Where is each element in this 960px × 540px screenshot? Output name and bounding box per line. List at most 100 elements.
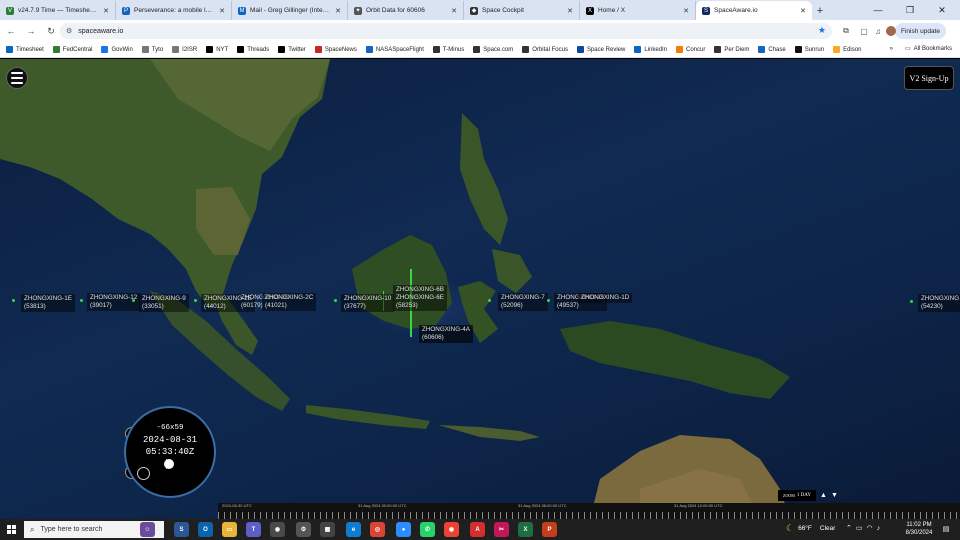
acrobat-icon[interactable]: A [470,522,485,537]
bookmark-item[interactable]: Space.com [473,46,513,53]
satellite-marker[interactable] [334,299,337,302]
settings-icon[interactable]: ⚙ [296,522,311,537]
more-bookmarks-chevron-icon[interactable]: » [890,46,893,52]
reload-icon[interactable]: ↻ [42,22,60,40]
tab-orbit-data[interactable]: ✦ Orbit Data for 60606 ✕ [348,1,464,20]
chevron-up-icon[interactable]: ⌃ [846,525,856,532]
satellite-label[interactable]: ZHONGXING-9 (33051) [139,294,189,312]
close-icon[interactable]: ✕ [103,7,109,15]
bookmark-item[interactable]: T-Minus [432,46,464,53]
maximize-icon[interactable]: ❐ [894,0,926,20]
satellite-marker[interactable] [547,299,550,302]
close-icon[interactable]: ✕ [219,7,225,15]
satellite-label[interactable]: ZHONGXING-7 (52096) [498,293,548,311]
close-icon[interactable]: ✕ [567,7,573,15]
zoom-icon[interactable]: ● [396,522,411,537]
bookmark-item[interactable]: Sunrun [794,46,824,53]
satellite-label[interactable]: ZHONGXING (54230) [918,294,960,312]
wifi-icon[interactable]: ◠ [867,525,877,532]
close-window-icon[interactable]: ✕ [926,0,958,20]
chrome-profile-icon[interactable]: ◉ [444,522,459,537]
powerpoint-icon[interactable]: P [542,522,557,537]
copilot-character-icon[interactable]: ☺ [140,522,155,537]
bookmark-item[interactable]: LinkedIn [634,46,667,53]
bookmark-item[interactable]: Orbital Focus [522,46,568,53]
bookmark-item[interactable]: Concur [676,46,705,53]
calculator-icon[interactable]: ▦ [320,522,335,537]
bookmark-item[interactable]: Space Review [576,46,625,53]
satellite-label[interactable]: ZHONGXING-12 (39017) [87,293,141,311]
finish-update-button[interactable]: Finish update [894,23,946,39]
chrome-alt-icon[interactable]: ◎ [370,522,385,537]
network-icon[interactable]: ▭ [856,525,867,532]
tab-x-home[interactable]: X Home / X ✕ [580,1,696,20]
satellite-label[interactable]: ZHONGXING-10 (37677) [341,294,395,312]
bookmark-item[interactable]: GovWin [101,46,133,53]
satellite-marker[interactable] [194,299,197,302]
snipping-tool-icon[interactable]: ✂ [494,522,509,537]
satellite-label[interactable]: ZHONGXING-2C (41021) [262,293,317,311]
bookmark-item[interactable]: NASASpaceFlight [365,46,424,53]
selected-satellite-label[interactable]: ZHONGXING-4A (60606) [419,325,473,343]
close-icon[interactable]: ✕ [683,7,689,15]
bookmark-item[interactable]: Twitter [278,46,306,53]
spaceaware-app-icon[interactable]: S [174,522,189,537]
tab-mail[interactable]: M Mail - Greg Gillinger (Integrity... ✕ [232,1,348,20]
bookmark-item[interactable]: SpaceNews [314,46,357,53]
time-speed-knob[interactable] [164,459,174,469]
edge-icon[interactable]: e [346,522,361,537]
profile-avatar[interactable] [886,26,896,36]
bookmark-item[interactable]: Chase [758,46,786,53]
satellite-label[interactable]: ZHONGXING-1D [578,293,633,303]
notifications-icon[interactable]: ▤ [940,523,952,535]
weather-widget[interactable]: ☾ 66°F Clear [786,523,835,534]
satellite-marker[interactable] [488,299,491,302]
zoom-out-arrow-icon[interactable]: ▼ [831,492,838,499]
satellite-label[interactable]: ZHONGXING-6B ZHONGXING-6E (58253) [393,285,447,311]
whatsapp-icon[interactable]: ✆ [420,522,435,537]
satellite-marker[interactable] [80,299,83,302]
forward-arrow-icon[interactable]: → [22,22,40,40]
bookmark-item[interactable]: Edison [833,46,861,53]
bookmark-item[interactable]: NYT [206,46,228,53]
site-info-icon[interactable]: ⚙ [66,27,72,35]
main-menu-button[interactable] [6,67,28,89]
start-button[interactable] [0,519,22,540]
bookmark-item[interactable]: Per Diem [714,46,749,53]
bookmark-item[interactable]: Tyto [141,46,163,53]
bookmark-item[interactable]: Timesheet [6,46,44,53]
bookmark-item[interactable]: FedCentral [52,46,92,53]
back-arrow-icon[interactable]: ← [2,22,20,40]
new-tab-button[interactable]: + [812,1,828,20]
tab-perseverance[interactable]: P Perseverance: a mobile laser system...… [116,1,232,20]
system-tray[interactable]: ⌃▭◠♪ [846,524,884,532]
chrome-icon[interactable]: ◉ [270,522,285,537]
tab-timesheet[interactable]: V v24.7.9 Time — Timesheet for U... ✕ [0,1,116,20]
close-icon[interactable]: ✕ [800,7,806,15]
satellite-marker[interactable] [12,299,15,302]
simulation-clock[interactable]: -66x59 2024-08-31 05:33:40Z [124,406,216,498]
satellite-label[interactable]: ZHONGXING-1E (53813) [21,294,75,312]
tab-spaceaware[interactable]: S SpaceAware.io ✕ [696,1,812,20]
taskbar-clock[interactable]: 11:02 PM 8/30/2024 [902,521,936,537]
satellite-marker[interactable] [910,300,913,303]
close-icon[interactable]: ✕ [335,7,341,15]
bookmark-item[interactable]: Threads [237,46,269,53]
close-icon[interactable]: ✕ [451,7,457,15]
minimize-icon[interactable]: — [862,0,894,20]
all-bookmarks-button[interactable]: » ▭ All Bookmarks [890,45,952,53]
timeline-zoom[interactable]: ZOOM 1 DAY [778,490,816,501]
excel-icon[interactable]: X [518,522,533,537]
tab-space-cockpit[interactable]: ◆ Space Cockpit ✕ [464,1,580,20]
zoom-in-arrow-icon[interactable]: ▲ [820,492,827,499]
file-explorer-icon[interactable]: ▭ [222,522,237,537]
volume-icon[interactable]: ♪ [877,525,885,532]
time-reset-knob[interactable] [137,467,150,480]
media-icon[interactable]: ♫ [870,23,886,39]
bookmark-item[interactable]: I2ISR [172,46,197,53]
teams-icon[interactable]: T [246,522,261,537]
address-bar[interactable]: ⚙ spaceaware.io ★ [60,23,832,39]
extensions-icon[interactable]: ⧉ [838,23,854,39]
v2-signup-button[interactable]: V2 Sign-Up [904,66,954,90]
timeline-bar[interactable]: 2024-08-30 UTC 31 Aug 2024 00:00:00 UTC … [218,503,960,519]
